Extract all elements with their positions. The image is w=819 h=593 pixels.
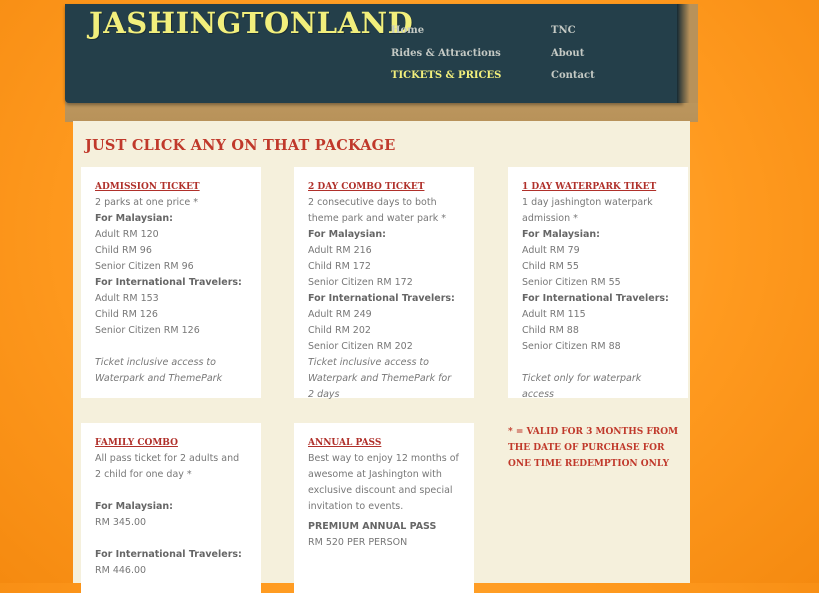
price-line: RM 345.00 bbox=[95, 517, 147, 528]
price-line: Adult RM 120 bbox=[95, 229, 159, 240]
package-description: 2 consecutive days to both theme park an… bbox=[308, 197, 446, 224]
site-wrapper: JASHINGTONLAND Home Rides & Attractions … bbox=[65, 4, 698, 593]
international-label: For International Travelers: bbox=[308, 293, 455, 304]
international-label: For International Travelers: bbox=[522, 293, 669, 304]
package-card-waterpark: 1 DAY WATERPARK TIKET 1 day jashington w… bbox=[508, 167, 688, 400]
package-note: Ticket inclusive access to Waterpark and… bbox=[308, 357, 452, 400]
international-label: For International Travelers: bbox=[95, 549, 242, 560]
malaysian-label: For Malaysian: bbox=[95, 501, 173, 512]
price-line: Adult RM 79 bbox=[522, 245, 580, 256]
package-title-link[interactable]: 2 DAY COMBO TICKET bbox=[308, 179, 460, 195]
package-title-link[interactable]: ADMISSION TICKET bbox=[95, 179, 247, 195]
package-description: 2 parks at one price * bbox=[95, 197, 198, 208]
nav-contact[interactable]: Contact bbox=[551, 70, 595, 81]
price-line: Child RM 96 bbox=[95, 245, 152, 256]
main-content: JUST CLICK ANY ON THAT PACKAGE ADMISSION… bbox=[73, 121, 690, 593]
package-note: Ticket inclusive access to Waterpark and… bbox=[95, 357, 223, 384]
price-line: Adult RM 115 bbox=[522, 309, 586, 320]
price-line: Senior Citizen RM 202 bbox=[308, 341, 413, 352]
price-line: Senior Citizen RM 172 bbox=[308, 277, 413, 288]
price-line: Senior Citizen RM 126 bbox=[95, 325, 200, 336]
package-card-2-day-combo: 2 DAY COMBO TICKET 2 consecutive days to… bbox=[294, 167, 474, 400]
header-banner: JASHINGTONLAND Home Rides & Attractions … bbox=[65, 4, 683, 103]
price-line: Adult RM 153 bbox=[95, 293, 159, 304]
price-line: RM 446.00 bbox=[95, 565, 147, 576]
malaysian-label: For Malaysian: bbox=[522, 229, 600, 240]
malaysian-label: For Malaysian: bbox=[308, 229, 386, 240]
header-fold-decoration bbox=[677, 4, 698, 103]
malaysian-label: For Malaysian: bbox=[95, 213, 173, 224]
price-line: Senior Citizen RM 55 bbox=[522, 277, 621, 288]
nav-tickets-prices[interactable]: TICKETS & PRICES bbox=[391, 70, 501, 81]
package-card-annual-pass: ANNUAL PASS Best way to enjoy 12 months … bbox=[294, 423, 474, 593]
header: JASHINGTONLAND Home Rides & Attractions … bbox=[65, 4, 698, 122]
package-title-link[interactable]: 1 DAY WATERPARK TIKET bbox=[522, 179, 674, 195]
package-note: Ticket only for waterpark access bbox=[522, 373, 642, 400]
price-line: Child RM 172 bbox=[308, 261, 371, 272]
nav-about[interactable]: About bbox=[551, 48, 584, 59]
site-logo[interactable]: JASHINGTONLAND bbox=[89, 6, 413, 40]
package-title-link[interactable]: FAMILY COMBO bbox=[95, 435, 247, 451]
package-card-family-combo: FAMILY COMBO All pass ticket for 2 adult… bbox=[81, 423, 261, 593]
validity-note: * = VALID FOR 3 MONTHS FROM THE DATE OF … bbox=[508, 427, 679, 469]
package-card-admission: ADMISSION TICKET 2 parks at one price * … bbox=[81, 167, 261, 398]
price-line: Child RM 126 bbox=[95, 309, 158, 320]
price-line: Senior Citizen RM 88 bbox=[522, 341, 621, 352]
package-description: Best way to enjoy 12 months of awesome a… bbox=[308, 453, 459, 512]
price-line: Adult RM 249 bbox=[308, 309, 372, 320]
package-title-link[interactable]: ANNUAL PASS bbox=[308, 435, 460, 451]
nav-home[interactable]: Home bbox=[391, 25, 424, 36]
price-line: Senior Citizen RM 96 bbox=[95, 261, 194, 272]
international-label: For International Travelers: bbox=[95, 277, 242, 288]
price-line: Adult RM 216 bbox=[308, 245, 372, 256]
price-line: Child RM 202 bbox=[308, 325, 371, 336]
package-description: All pass ticket for 2 adults and 2 child… bbox=[95, 453, 240, 480]
price-line: RM 520 PER PERSON bbox=[308, 537, 408, 548]
nav-rides-attractions[interactable]: Rides & Attractions bbox=[391, 48, 501, 59]
package-description: 1 day jashington waterpark admission * bbox=[522, 197, 653, 224]
nav-tnc[interactable]: TNC bbox=[551, 25, 576, 36]
premium-label: PREMIUM ANNUAL PASS bbox=[308, 521, 437, 532]
price-line: Child RM 88 bbox=[522, 325, 579, 336]
page-title: JUST CLICK ANY ON THAT PACKAGE bbox=[85, 137, 396, 154]
price-line: Child RM 55 bbox=[522, 261, 579, 272]
